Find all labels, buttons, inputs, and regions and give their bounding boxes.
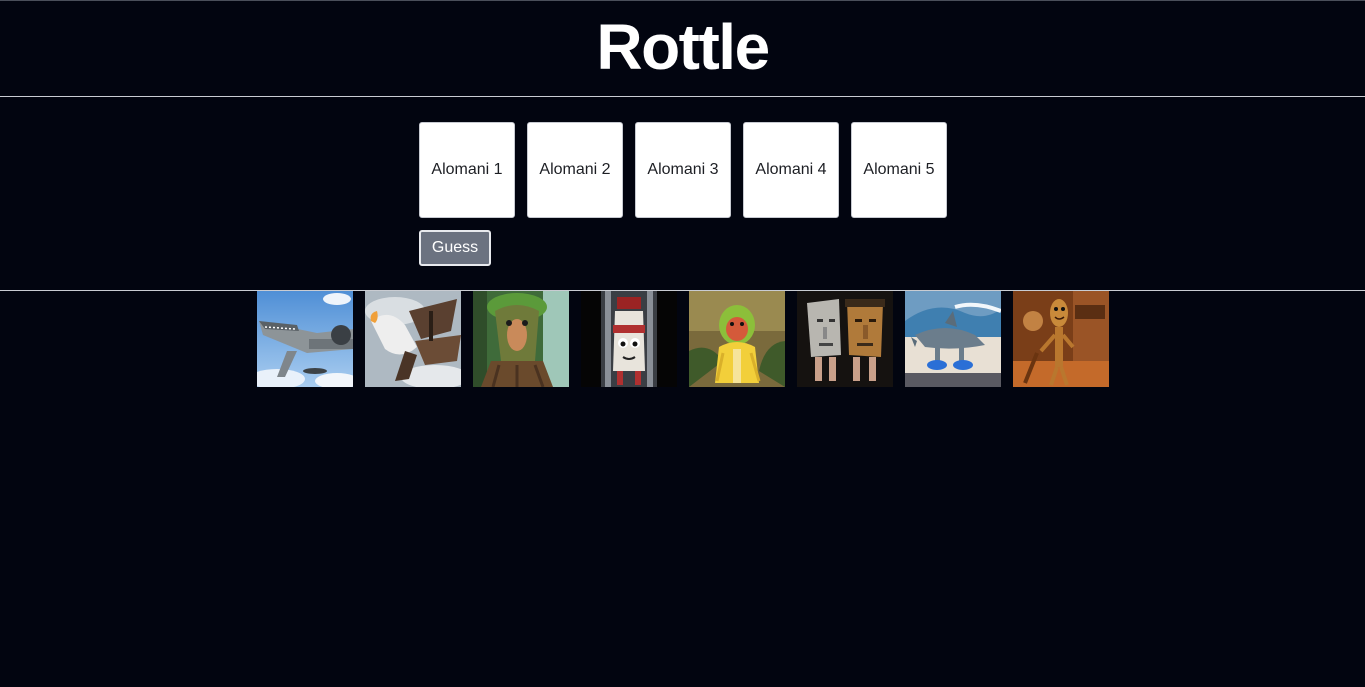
guess-slots: Alomani 1 Alomani 2 Alomani 3 Alomani 4 … bbox=[419, 122, 947, 218]
guess-button[interactable]: Guess bbox=[419, 230, 491, 266]
gallery-image-cartoon-tube-character[interactable] bbox=[581, 291, 677, 387]
gallery-image-wooden-stick-figure[interactable] bbox=[1013, 291, 1109, 387]
gallery-image-goose-bomber[interactable] bbox=[365, 291, 461, 387]
image-gallery bbox=[257, 291, 1109, 387]
guess-area: Alomani 1 Alomani 2 Alomani 3 Alomani 4 … bbox=[0, 97, 1365, 291]
header: Rottle bbox=[0, 0, 1365, 97]
gallery-image-crocodile-airplane[interactable] bbox=[257, 291, 353, 387]
guess-slot-5[interactable]: Alomani 5 bbox=[851, 122, 947, 218]
gallery-image-tree-nose-creature[interactable] bbox=[473, 291, 569, 387]
gallery-image-stone-faces-with-legs[interactable] bbox=[797, 291, 893, 387]
guess-slot-4[interactable]: Alomani 4 bbox=[743, 122, 839, 218]
gallery-image-monkey-banana[interactable] bbox=[689, 291, 785, 387]
page-title: Rottle bbox=[596, 10, 770, 83]
guess-slot-2[interactable]: Alomani 2 bbox=[527, 122, 623, 218]
gallery-image-shark-in-sneakers[interactable] bbox=[905, 291, 1001, 387]
guess-slot-1[interactable]: Alomani 1 bbox=[419, 122, 515, 218]
guess-slot-3[interactable]: Alomani 3 bbox=[635, 122, 731, 218]
